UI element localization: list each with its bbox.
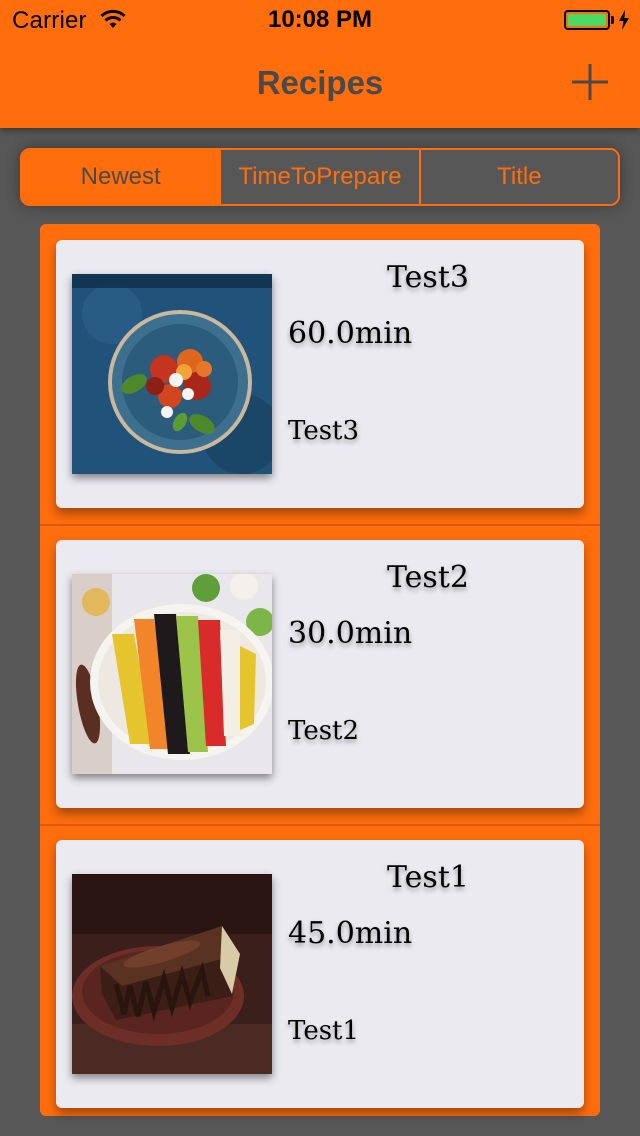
cell-separator [40, 524, 600, 526]
recipe-title: Test3 [387, 260, 469, 295]
cell-separator [40, 824, 600, 826]
segment-title[interactable]: Title [418, 150, 618, 204]
recipe-image [72, 274, 272, 474]
charging-bolt-icon [619, 10, 629, 30]
salad-bowl-photo [72, 274, 272, 474]
segment-newest[interactable]: Newest [22, 150, 220, 204]
chocolate-cake-photo [72, 874, 272, 1074]
top-bar: Carrier 10:08 PM Recipes [0, 0, 640, 128]
recipe-card[interactable]: Test1 45.0min Test1 [56, 840, 584, 1108]
status-time: 10:08 PM [267, 6, 373, 33]
recipe-image [72, 574, 272, 774]
recipe-description: Test1 [288, 1016, 360, 1046]
recipe-image [72, 874, 272, 1074]
recipe-prep-time: 60.0min [288, 316, 413, 351]
battery-level [568, 14, 606, 26]
plus-icon [572, 64, 608, 100]
recipe-card[interactable]: Test3 60.0min Test3 [56, 240, 584, 508]
battery-icon [564, 10, 610, 30]
segment-time-to-prepare[interactable]: TimeToPrepare [219, 150, 419, 204]
recipe-card[interactable]: Test2 30.0min Test2 [56, 540, 584, 808]
recipe-title: Test1 [387, 860, 469, 895]
sort-segmented-control: Newest TimeToPrepare Title [20, 148, 620, 206]
page-title: Recipes [256, 64, 384, 101]
recipe-title: Test2 [387, 560, 469, 595]
recipe-description: Test2 [288, 716, 360, 746]
recipe-prep-time: 30.0min [288, 616, 413, 651]
add-recipe-button[interactable] [568, 60, 612, 104]
cobb-salad-photo [72, 574, 272, 774]
recipe-list: Test3 60.0min Test3 Test2 30.0min Test2 … [40, 224, 600, 1116]
battery-tip [611, 16, 614, 24]
recipe-description: Test3 [288, 416, 360, 446]
recipe-prep-time: 45.0min [288, 916, 413, 951]
status-bar: Carrier 10:08 PM [0, 0, 640, 40]
